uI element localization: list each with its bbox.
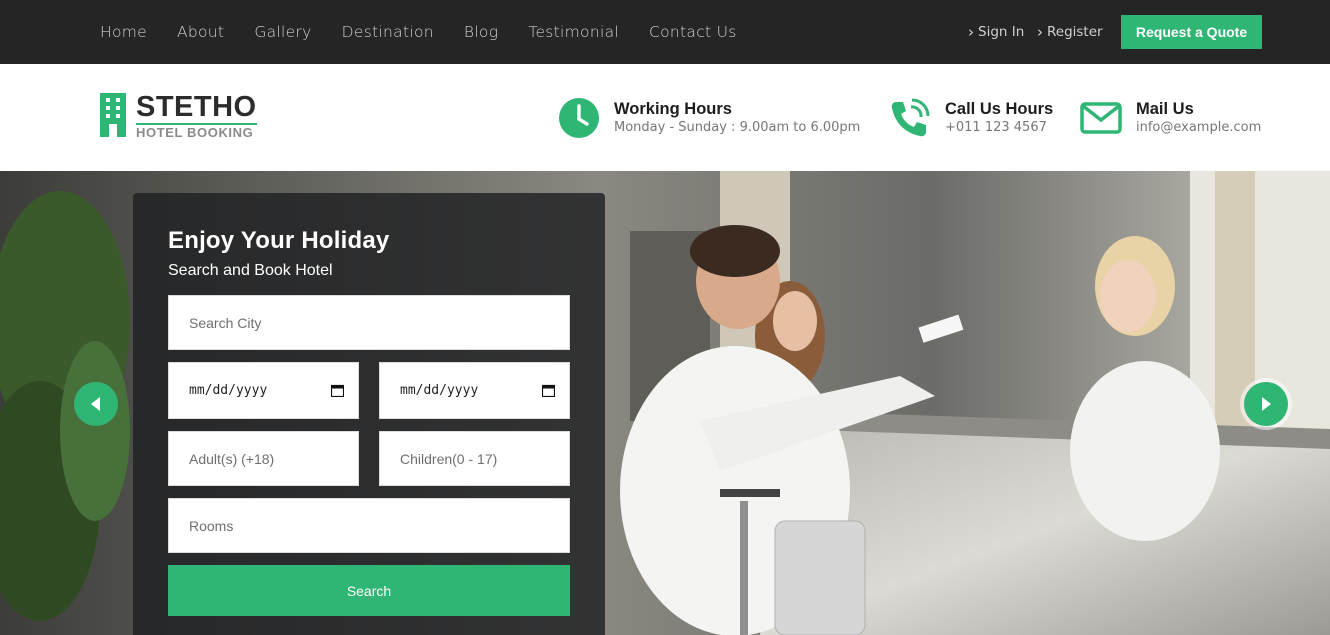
mail-value[interactable]: info@example.com [1136,119,1261,137]
site-header: STETHO HOTEL BOOKING Working Hours Monda… [0,64,1330,171]
call-us-info: Call Us Hours +011 123 4567 [887,64,1053,171]
nav-contact-us[interactable]: Contact Us [649,23,737,41]
search-city-input[interactable]: Search City [168,295,570,350]
chevron-right-icon [1262,397,1271,411]
search-button[interactable]: Search [168,565,570,616]
nav-home[interactable]: Home [100,23,147,41]
hours-value: Monday - Sunday : 9.00am to 6.00pm [614,119,861,135]
booking-title: Enjoy Your Holiday [168,227,390,254]
request-quote-button[interactable]: Request a Quote [1121,15,1262,49]
register-link[interactable]: › Register [1037,0,1103,64]
nav-about[interactable]: About [177,23,224,41]
top-navbar: Home About Gallery Destination Blog Test… [0,0,1330,64]
booking-form: Enjoy Your Holiday Search and Book Hotel… [133,193,605,635]
slider-next-button[interactable] [1240,378,1292,430]
clock-icon [559,97,599,138]
nav-gallery[interactable]: Gallery [254,23,311,41]
nav-blog[interactable]: Blog [464,23,498,41]
nav-destination[interactable]: Destination [342,23,434,41]
checkout-date-value: mm/dd/yyyy [400,383,479,398]
register-label: Register [1047,24,1103,40]
slider-prev-button[interactable] [70,378,122,430]
working-hours-info: Working Hours Monday - Sunday : 9.00am t… [558,64,860,171]
chevron-left-icon [91,397,100,411]
rooms-input[interactable]: Rooms [168,498,570,553]
nav-testimonial[interactable]: Testimonial [528,23,619,41]
site-logo[interactable]: STETHO HOTEL BOOKING [100,93,257,140]
adults-input[interactable]: Adult(s) (+18) [168,431,359,486]
chevron-right-icon: › [1037,23,1043,41]
brand-tagline: HOTEL BOOKING [136,123,257,140]
calendar-icon[interactable] [542,384,555,397]
chevron-right-icon: › [968,23,974,41]
checkout-date-input[interactable]: mm/dd/yyyy [379,362,570,419]
hero-slider: Enjoy Your Holiday Search and Book Hotel… [0,171,1330,635]
building-icon [100,93,126,137]
children-input[interactable]: Children(0 - 17) [379,431,570,486]
brand-name: STETHO [136,91,257,123]
mail-title: Mail Us [1136,99,1194,118]
call-title: Call Us Hours [945,99,1054,118]
mail-us-info: Mail Us info@example.com [1080,64,1261,171]
call-value[interactable]: +011 123 4567 [945,119,1053,137]
hours-title: Working Hours [614,99,732,118]
sign-in-label: Sign In [978,24,1025,40]
sign-in-link[interactable]: › Sign In [968,0,1024,64]
phone-icon [891,98,930,136]
checkin-date-value: mm/dd/yyyy [189,383,268,398]
envelope-icon [1080,101,1122,134]
checkin-date-input[interactable]: mm/dd/yyyy [168,362,359,419]
main-nav: Home About Gallery Destination Blog Test… [100,0,767,64]
calendar-icon[interactable] [331,384,344,397]
booking-subtitle: Search and Book Hotel [168,262,333,279]
